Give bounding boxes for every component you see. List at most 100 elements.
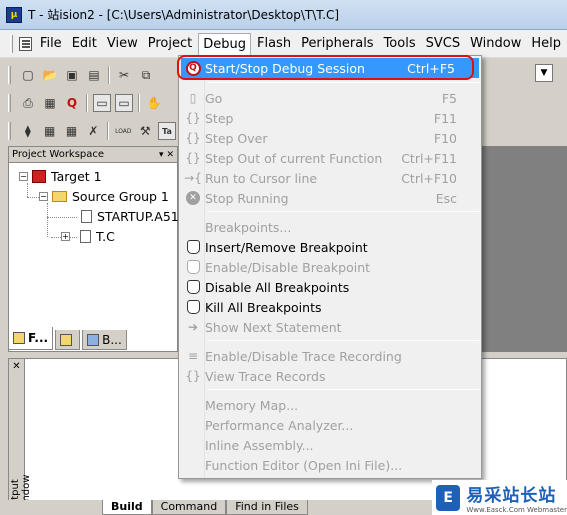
translate-icon[interactable]: ⧫ [19,122,37,140]
menu-project[interactable]: Project [144,33,196,54]
menu-view[interactable]: View [103,33,142,54]
load-icon[interactable]: LOAD [114,122,132,140]
menu-item-insert-remove-breakpoint[interactable]: Insert/Remove Breakpoint [179,237,481,257]
copy-icon[interactable]: ⧉ [137,66,155,84]
step-out-icon: {} [185,151,201,165]
tree-item-startup[interactable]: STARTUP.A51 [81,209,179,224]
menu-item-kill-all-breakpoints[interactable]: Kill All Breakpoints [179,297,481,317]
menu-item-disable-all-breakpoints[interactable]: Disable All Breakpoints [179,277,481,297]
menu-item-step-over[interactable]: {} Step Over F10 [179,128,481,148]
new-file-icon[interactable]: ▢ [19,66,37,84]
debug-menu-dropdown: Q Start/Stop Debug Session Ctrl+F5 ▯ Go … [178,55,482,479]
toolbar-separator [86,94,88,112]
menu-item-shortcut: F11 [433,110,457,126]
hand-icon [185,239,201,255]
tab-label: F... [28,331,49,345]
workspace-window-icon[interactable]: ▭ [93,94,111,112]
open-folder-icon[interactable]: 📂 [41,66,59,84]
menu-item-label: Go [205,90,223,106]
hand-toolbar-icon[interactable]: ✋ [145,94,163,112]
menu-file[interactable]: File [36,33,66,54]
menu-item-show-next-statement[interactable]: ➔ Show Next Statement [179,317,481,337]
menu-tools[interactable]: Tools [380,33,420,54]
save-icon[interactable]: ▣ [63,66,81,84]
output-window-icon[interactable]: ▭ [115,94,133,112]
debug-start-icon[interactable]: Q [63,94,81,112]
options-icon[interactable]: ⚒ [136,122,154,140]
menu-peripherals[interactable]: Peripherals [297,33,378,54]
menu-window[interactable]: Window [466,33,525,54]
menu-item-label: Show Next Statement [205,319,342,335]
menu-item-label: Step [205,110,234,126]
target-icon [32,170,46,183]
target-select-icon[interactable]: Ta [158,122,176,140]
stop-build-icon[interactable]: ✗ [84,122,102,140]
menu-item-label: Run to Cursor line [205,170,318,186]
tab-build[interactable]: Build [102,500,152,515]
debug-toolbar: ⎙ ▦ Q ▭ ▭ ✋ [8,90,178,116]
menu-item-function-editor[interactable]: Function Editor (Open Ini File)... [179,455,481,475]
menu-item-shortcut: Ctrl+F5 [407,60,455,76]
rebuild-icon[interactable]: ▦ [63,122,81,140]
menu-debug[interactable]: Debug [198,32,251,55]
close-icon[interactable]: ✕ [166,150,174,160]
menu-item-view-trace-records[interactable]: {} View Trace Records [179,366,481,386]
menu-item-memory-map[interactable]: Memory Map... [179,395,481,415]
menu-item-trace-recording[interactable]: ≡ Enable/Disable Trace Recording [179,346,481,366]
menu-svcs[interactable]: SVCS [422,33,464,54]
collapse-icon[interactable]: − [39,192,48,201]
tree-item-tc[interactable]: + T.C [61,229,115,244]
tree-line [27,183,28,197]
target-label: Target 1 [51,169,102,184]
hand-icon [185,299,201,315]
menu-item-run-to-cursor[interactable]: →{ Run to Cursor line Ctrl+F10 [179,168,481,188]
menu-item-go[interactable]: ▯ Go F5 [179,88,481,108]
tab-label: B... [102,332,122,347]
menu-item-enable-disable-breakpoint[interactable]: Enable/Disable Breakpoint [179,257,481,277]
toolbar-separator [138,94,140,112]
expand-icon[interactable]: + [61,232,70,241]
cut-icon[interactable]: ✂ [115,66,133,84]
menu-item-label: Performance Analyzer... [205,417,354,433]
toolbar-separator [108,66,110,84]
stop-icon: ✕ [185,190,201,206]
menu-bar: File Edit View Project Debug Flash Perip… [0,30,567,58]
tree-item-target[interactable]: − Target 1 [19,169,102,184]
watermark-text: 易采站长站 Www.Easck.Com Webmaster [466,481,567,514]
menu-item-breakpoints[interactable]: Breakpoints... [179,217,481,237]
menu-flash[interactable]: Flash [253,33,295,54]
tab-files[interactable]: F... [8,327,54,350]
menu-item-label: Function Editor (Open Ini File)... [205,457,403,473]
menu-item-step-out[interactable]: {} Step Out of current Function Ctrl+F11 [179,148,481,168]
file-icon [81,210,92,223]
menu-item-step[interactable]: {} Step F11 [179,108,481,128]
menu-item-start-stop-debug[interactable]: Q Start/Stop Debug Session Ctrl+F5 [181,58,479,78]
collapse-icon[interactable]: − [19,172,28,181]
menu-item-stop-running[interactable]: ✕ Stop Running Esc [179,188,481,208]
tree-item-source-group[interactable]: − Source Group 1 [39,189,169,204]
tab-regs[interactable] [55,330,81,350]
combo-dropdown-arrow-icon[interactable]: ▼ [535,64,553,82]
menu-item-label: Stop Running [205,190,289,206]
tab-find-in-files[interactable]: Find in Files [226,500,308,515]
menu-item-inline-assembly[interactable]: Inline Assembly... [179,435,481,455]
menu-item-label: View Trace Records [205,368,326,384]
watermark-text-cn: 易采站长站 [466,486,557,506]
document-menu-icon[interactable] [18,36,32,51]
go-icon: ▯ [189,91,197,105]
tree-line [47,217,77,218]
menu-edit[interactable]: Edit [68,33,101,54]
save-all-icon[interactable]: ▤ [85,66,103,84]
menu-item-label: Kill All Breakpoints [205,299,322,315]
menu-help[interactable]: Help [527,33,565,54]
close-icon[interactable]: ✕ [9,361,24,372]
menu-item-performance-analyzer[interactable]: Performance Analyzer... [179,415,481,435]
workspace-menu-icon[interactable]: ▾ [159,150,164,160]
print-preview-icon[interactable]: ▦ [41,94,59,112]
file-label: T.C [96,229,115,244]
tab-command[interactable]: Command [151,500,227,515]
menu-item-label: Enable/Disable Breakpoint [205,259,371,275]
build-icon[interactable]: ▦ [41,122,59,140]
tab-books[interactable]: B... [82,330,127,350]
print-icon[interactable]: ⎙ [19,94,37,112]
